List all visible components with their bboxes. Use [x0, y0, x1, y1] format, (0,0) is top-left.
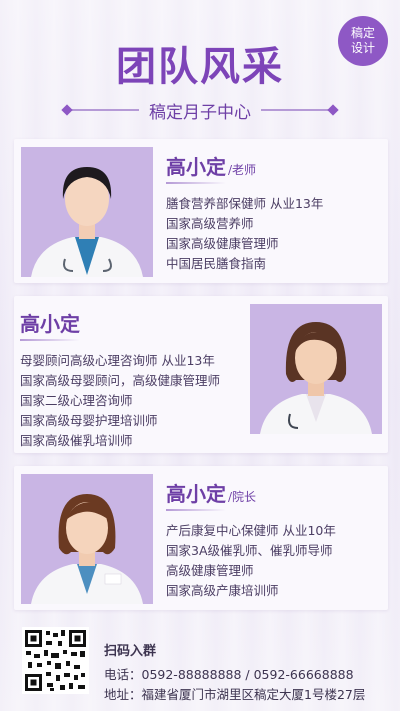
subtitle-left-line: [61, 104, 139, 116]
member-line: 国家高级产康培训师: [166, 583, 279, 598]
address-text: 地址：福建省厦门市湖里区稿定大厦1号楼27层: [104, 687, 366, 702]
member-name: 高小定: [166, 155, 226, 179]
member-card-1: 高小定 /老师 膳食营养部保健师 从业13年 国家高级营养师 国家高级健康管理师…: [14, 139, 388, 283]
name-underline: [166, 509, 226, 511]
member-info-1: 高小定 /老师 膳食营养部保健师 从业13年 国家高级营养师 国家高级健康管理师…: [166, 151, 323, 274]
member-line: 产后康复中心保健师 从业10年: [166, 523, 336, 538]
member-photo-3: [21, 474, 153, 604]
member-photo-1: [21, 147, 153, 277]
phone-text: 电话：0592-88888888 / 0592-66668888: [104, 667, 354, 682]
member-role: /院长: [228, 490, 257, 504]
name-underline: [20, 339, 80, 341]
page-title: 团队风采: [116, 43, 284, 90]
member-line: 国家高级营养师: [166, 216, 254, 231]
member-card-3: 高小定 /院长 产后康复中心保健师 从业10年 国家3A级催乳师、催乳师导师 高…: [14, 466, 388, 610]
member-name: 高小定: [166, 482, 226, 506]
member-role: /老师: [228, 163, 257, 177]
member-card-2: 高小定 母婴顾问高级心理咨询师 从业13年 国家高级母婴顾问，高级健康管理师 国…: [14, 296, 388, 453]
member-info-3: 高小定 /院长 产后康复中心保健师 从业10年 国家3A级催乳师、催乳师导师 高…: [166, 478, 336, 601]
member-line: 中国居民膳食指南: [166, 256, 267, 271]
member-line: 母婴顾问高级心理咨询师 从业13年: [20, 353, 215, 368]
member-line: 国家二级心理咨询师: [20, 393, 133, 408]
member-line: 国家高级母婴护理培训师: [20, 413, 158, 428]
subtitle: 稿定月子中心: [149, 102, 251, 123]
qr-code-icon[interactable]: [22, 627, 89, 694]
subtitle-right-line: [261, 104, 339, 116]
member-name: 高小定: [20, 312, 80, 336]
footer: 扫码入群 电话：0592-88888888 / 0592-66668888 地址…: [0, 618, 400, 711]
scan-to-join-label: 扫码入群: [104, 644, 157, 659]
member-photo-2: [250, 304, 382, 434]
subtitle-row: 稿定月子中心: [0, 97, 400, 123]
member-line: 国家3A级催乳师、催乳师导师: [166, 543, 333, 558]
member-info-2: 高小定 母婴顾问高级心理咨询师 从业13年 国家高级母婴顾问，高级健康管理师 国…: [20, 308, 220, 451]
member-line: 国家高级催乳培训师: [20, 433, 133, 448]
member-line: 国家高级健康管理师: [166, 236, 279, 251]
member-line: 国家高级母婴顾问，高级健康管理师: [20, 373, 221, 388]
member-line: 高级健康管理师: [166, 563, 254, 578]
name-underline: [166, 182, 226, 184]
member-line: 膳食营养部保健师 从业13年: [166, 196, 324, 211]
